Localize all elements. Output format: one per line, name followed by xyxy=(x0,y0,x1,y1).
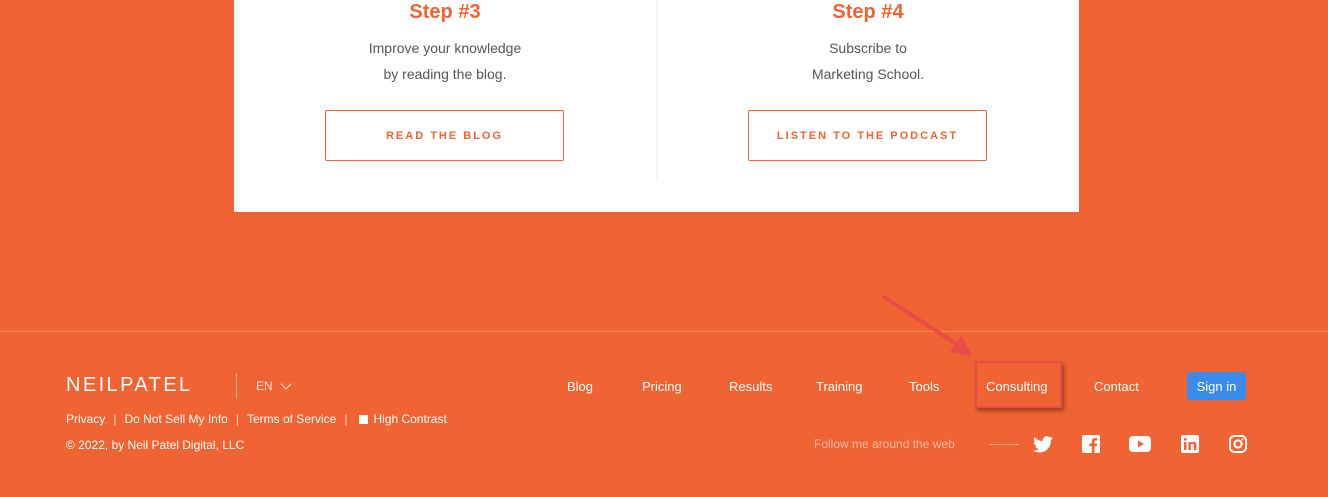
step-4-description: Subscribe to Marketing School. xyxy=(657,35,1079,87)
legal-separator: | xyxy=(344,412,348,426)
step-4-line-2: Marketing School. xyxy=(811,66,925,82)
facebook-icon[interactable] xyxy=(1080,433,1102,455)
nav-blog[interactable]: Blog xyxy=(567,379,593,394)
follow-divider xyxy=(989,444,1019,445)
step-3: Step #3 Improve your knowledge by readin… xyxy=(234,0,656,161)
footer-divider xyxy=(0,331,1328,332)
chevron-down-icon xyxy=(280,377,292,390)
follow-label: Follow me around the web xyxy=(814,437,955,451)
instagram-icon[interactable] xyxy=(1227,433,1249,455)
copyright: © 2022, by Neil Patel Digital, LLC xyxy=(66,438,245,452)
step-3-line-2: by reading the blog. xyxy=(383,66,507,82)
legal-separator: | xyxy=(113,412,117,426)
do-not-sell-link[interactable]: Do Not Sell My Info xyxy=(124,412,227,426)
step-4-line-1: Subscribe to xyxy=(829,40,907,56)
logo-separator xyxy=(236,373,237,399)
steps-card: Step #3 Improve your knowledge by readin… xyxy=(234,0,1079,212)
nav-pricing[interactable]: Pricing xyxy=(642,379,682,394)
step-3-description: Improve your knowledge by reading the bl… xyxy=(234,35,656,87)
terms-link[interactable]: Terms of Service xyxy=(247,412,336,426)
youtube-icon[interactable] xyxy=(1129,433,1151,455)
high-contrast-label: High Contrast xyxy=(373,412,447,426)
linkedin-icon[interactable] xyxy=(1179,433,1201,455)
high-contrast-toggle[interactable]: High Contrast xyxy=(355,412,447,426)
nav-tools[interactable]: Tools xyxy=(909,379,939,394)
site-logo[interactable]: NEILPATEL xyxy=(66,374,192,397)
step-3-line-1: Improve your knowledge xyxy=(368,40,522,56)
language-label: EN xyxy=(256,379,273,393)
legal-separator: | xyxy=(235,412,239,426)
read-the-blog-button[interactable]: READ THE BLOG xyxy=(325,110,564,161)
listen-to-the-podcast-button[interactable]: LISTEN TO THE PODCAST xyxy=(748,110,987,161)
nav-results[interactable]: Results xyxy=(729,379,772,394)
nav-contact[interactable]: Contact xyxy=(1094,379,1139,394)
consulting-highlight-box xyxy=(975,361,1062,408)
nav-training[interactable]: Training xyxy=(816,379,862,394)
sign-in-button[interactable]: Sign in xyxy=(1187,372,1246,400)
language-selector[interactable]: EN xyxy=(256,377,292,393)
privacy-link[interactable]: Privacy xyxy=(66,412,105,426)
high-contrast-checkbox[interactable] xyxy=(359,414,369,424)
twitter-icon[interactable] xyxy=(1032,433,1054,455)
step-4-title: Step #4 xyxy=(832,1,904,23)
step-3-title: Step #3 xyxy=(409,1,481,23)
legal-links: Privacy | Do Not Sell My Info | Terms of… xyxy=(66,412,447,426)
step-4: Step #4 Subscribe to Marketing School. L… xyxy=(657,0,1079,161)
